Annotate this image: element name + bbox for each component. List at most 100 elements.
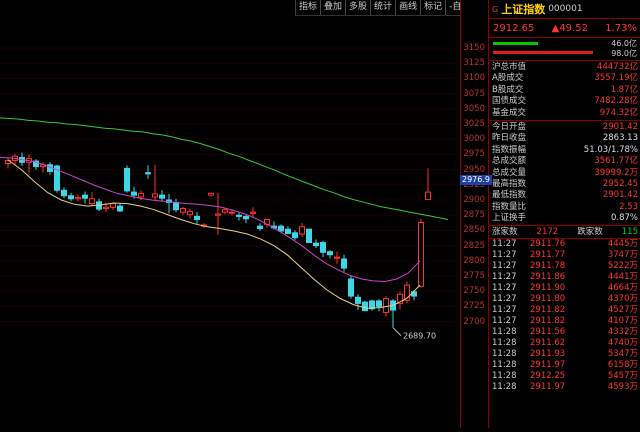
price-tick: 3050 xyxy=(463,103,485,114)
tick-price: 2911.76 xyxy=(530,239,566,250)
kline-chart[interactable]: 2689.70 xyxy=(0,16,460,428)
price-tick: 3100 xyxy=(463,73,485,84)
stat-row: 总成交额 3561.77亿 xyxy=(489,156,640,167)
low-pointer xyxy=(392,327,402,337)
candle-body xyxy=(334,256,340,259)
tick-vol: 4107万 xyxy=(607,316,638,327)
toolbar-button[interactable]: 统计 xyxy=(370,0,395,15)
bottom-bar-label: 98.0亿 xyxy=(611,49,637,58)
candle-body xyxy=(362,301,368,312)
candle-body xyxy=(285,228,291,234)
tick-price: 2911.97 xyxy=(530,360,566,371)
candle-body xyxy=(103,206,109,210)
candle-body xyxy=(187,211,193,216)
price-change: ▲49.52 xyxy=(551,22,588,34)
stat-label: 昨日收盘 xyxy=(492,133,527,144)
stat-value: 3557.19亿 xyxy=(594,73,638,84)
stat-label: 基金成交 xyxy=(492,107,527,118)
tick-list[interactable]: 11:27 2911.76 4445万 11:27 2911.77 3747万 11:27 2… xyxy=(489,239,640,393)
stat-row: 指数量比 2.53 xyxy=(489,202,640,213)
price-tick: 2750 xyxy=(463,286,485,297)
down-label: 跌家数 xyxy=(577,227,603,238)
stat-label: 上证换手 xyxy=(492,213,527,224)
candle-body xyxy=(299,226,305,235)
tick-vol: 5457万 xyxy=(607,371,638,382)
candle-body xyxy=(222,209,228,213)
toolbar-button[interactable]: 标记 xyxy=(420,0,445,15)
tick-row: 11:28 2911.62 4740万 xyxy=(489,338,640,349)
tick-vol: 4527万 xyxy=(607,305,638,316)
stat-label: 总成交额 xyxy=(492,156,527,167)
tick-price: 2911.77 xyxy=(530,250,566,261)
stat-row: 今日开盘 2901.42 xyxy=(489,122,640,133)
candle-body xyxy=(173,201,179,211)
tick-row: 11:28 2911.97 4593万 xyxy=(489,382,640,393)
candle-body xyxy=(376,300,382,307)
ma-line-magenta xyxy=(0,156,421,283)
quote-panel: G 上证指数 000001 2912.65 ▲49.52 1.73% 46.0亿… xyxy=(488,0,640,428)
candle-body xyxy=(215,213,221,216)
candle-body xyxy=(124,167,130,192)
stat-label: 总成交量 xyxy=(492,167,527,178)
tick-time: 11:28 xyxy=(492,327,517,338)
candle-body xyxy=(180,208,186,213)
index-stats: 今日开盘 2901.42 昨日收盘 2863.13 指数振幅 51.03/1.78% 总成交… xyxy=(489,121,640,227)
ma-line-green xyxy=(0,117,449,220)
tick-time: 11:27 xyxy=(492,283,517,294)
last-price: 2912.65 xyxy=(493,22,535,34)
toolbar-button[interactable]: 指标 xyxy=(295,0,320,15)
tick-time: 11:27 xyxy=(492,250,517,261)
price-tick: 3125 xyxy=(463,58,485,69)
index-name[interactable]: 上证指数 xyxy=(501,1,545,17)
market-stats: 沪总市值 444732亿 A股成交 3557.19亿 B股成交 1.87亿 国债成交 7482… xyxy=(489,61,640,121)
tick-price: 2911.56 xyxy=(530,327,566,338)
stat-label: 指数振幅 xyxy=(492,144,527,155)
tick-time: 11:28 xyxy=(492,349,517,360)
current-price-marker: 2976.9 xyxy=(460,175,492,185)
candle-body xyxy=(82,194,88,199)
toolbar-button[interactable]: 叠加 xyxy=(320,0,345,15)
candle-body xyxy=(418,221,424,287)
tick-price: 2911.82 xyxy=(530,316,566,327)
candle-body xyxy=(383,297,389,313)
percent-change: 1.73% xyxy=(605,22,637,34)
candle-body xyxy=(320,242,326,253)
candle-body xyxy=(250,211,256,214)
candle-body xyxy=(138,192,144,198)
tick-row: 11:27 2911.80 4370万 xyxy=(489,294,640,305)
tick-price: 2911.62 xyxy=(530,338,566,349)
stat-value: 1.87亿 xyxy=(610,84,638,95)
stat-row: 国债成交 7482.28亿 xyxy=(489,96,640,107)
tick-time: 11:27 xyxy=(492,261,517,272)
outflow-bar-bottom xyxy=(493,51,593,54)
kline-svg: 2689.70 xyxy=(0,47,460,341)
tick-row: 11:27 2911.77 3747万 xyxy=(489,250,640,261)
tick-time: 11:28 xyxy=(492,371,517,382)
price-axis: 3150312531003075305030253000297529502925… xyxy=(460,0,488,428)
stat-value: 2863.13 xyxy=(602,133,638,144)
stat-label: 最高指数 xyxy=(492,178,527,189)
tick-price: 2911.80 xyxy=(530,294,566,305)
candle-body xyxy=(89,198,95,205)
price-tick: 3150 xyxy=(463,43,485,53)
tick-vol: 5222万 xyxy=(607,261,638,272)
stat-label: 今日开盘 xyxy=(492,121,527,132)
candle-body xyxy=(152,193,158,198)
candle-body xyxy=(348,278,354,297)
toolbar-button[interactable]: 画线 xyxy=(395,0,420,15)
candle-body xyxy=(257,225,263,230)
candle-body xyxy=(145,172,151,175)
stat-value: 444732亿 xyxy=(597,62,638,72)
g-label: G xyxy=(492,4,499,14)
tick-vol: 4445万 xyxy=(607,239,638,250)
tick-vol: 3747万 xyxy=(607,250,638,261)
stat-row: B股成交 1.87亿 xyxy=(489,85,640,96)
tick-price: 2911.97 xyxy=(530,382,566,393)
toolbar-button[interactable]: 多股 xyxy=(345,0,370,15)
inflow-bar-top xyxy=(493,42,538,45)
tick-vol: 4593万 xyxy=(607,382,638,393)
stat-row: 基金成交 974.32亿 xyxy=(489,108,640,119)
advance-decline-row: 涨家数 2172 跌家数 115 xyxy=(489,226,640,240)
tick-price: 2912.25 xyxy=(530,371,566,382)
candle-body xyxy=(355,296,361,304)
